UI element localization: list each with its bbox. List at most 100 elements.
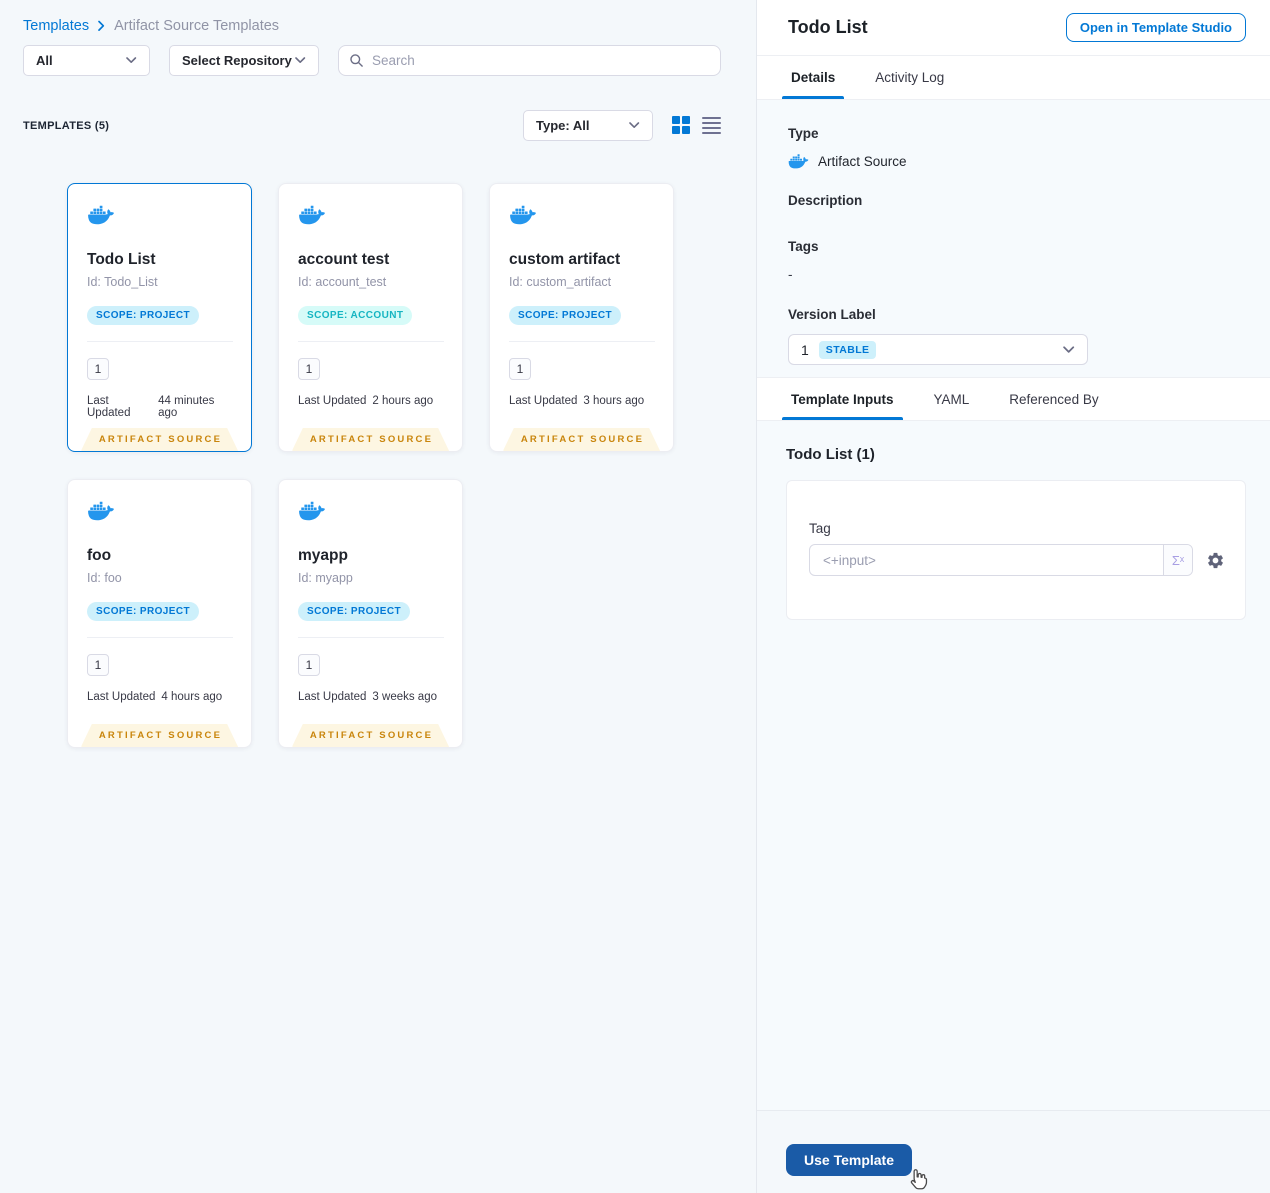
docker-icon — [88, 501, 114, 521]
artifact-source-ribbon: ARTIFACT SOURCE — [292, 724, 449, 747]
tab-activity-log[interactable]: Activity Log — [872, 56, 947, 99]
card-divider — [509, 341, 655, 342]
chevron-down-icon — [295, 57, 306, 64]
details-tabs: Details Activity Log — [757, 56, 1270, 100]
chevron-down-icon — [1063, 345, 1075, 353]
artifact-source-ribbon: ARTIFACT SOURCE — [292, 428, 449, 451]
last-updated-label: Last Updated — [298, 395, 367, 407]
last-updated-value: 2 hours ago — [372, 395, 434, 407]
last-updated-label: Last Updated — [298, 691, 367, 703]
scope-filter-value: All — [36, 53, 53, 68]
description-label: Description — [788, 193, 863, 208]
type-filter-select[interactable]: Type: All — [523, 110, 653, 141]
card-id: Id: custom_artifact — [509, 275, 612, 289]
last-updated-label: Last Updated — [87, 691, 156, 703]
card-divider — [87, 637, 233, 638]
docker-icon — [510, 205, 536, 225]
scope-badge: SCOPE: PROJECT — [298, 602, 410, 621]
search-icon — [350, 54, 363, 67]
type-label: Type — [788, 126, 819, 141]
card-title: Todo List — [87, 251, 156, 268]
template-card-custom-artifact[interactable]: custom artifact Id: custom_artifact SCOP… — [489, 183, 674, 452]
version-count-box: 1 — [509, 358, 531, 380]
breadcrumb: Templates Artifact Source Templates — [23, 18, 721, 34]
breadcrumb-current: Artifact Source Templates — [114, 18, 280, 34]
card-title: myapp — [298, 547, 348, 564]
templates-list-panel: Templates Artifact Source Templates All … — [0, 0, 756, 1193]
docker-icon — [299, 501, 325, 521]
scope-badge: SCOPE: ACCOUNT — [298, 306, 413, 325]
card-id: Id: foo — [87, 571, 122, 585]
tags-value: - — [788, 267, 793, 282]
breadcrumb-templates-link[interactable]: Templates — [23, 18, 89, 34]
template-card-account-test[interactable]: account test Id: account_test SCOPE: ACC… — [278, 183, 463, 452]
card-divider — [298, 637, 444, 638]
search-input[interactable] — [372, 53, 710, 68]
list-view-icon[interactable] — [702, 116, 721, 136]
scope-filter-select[interactable]: All — [23, 45, 150, 76]
card-divider — [298, 341, 444, 342]
template-card-foo[interactable]: foo Id: foo SCOPE: PROJECT 1 Last Update… — [67, 479, 252, 748]
template-cards-grid: Todo List Id: Todo_List SCOPE: PROJECT 1… — [67, 183, 721, 748]
type-value: Artifact Source — [818, 153, 907, 169]
artifact-source-ribbon: ARTIFACT SOURCE — [81, 428, 238, 451]
tab-yaml[interactable]: YAML — [931, 378, 973, 420]
card-title: foo — [87, 547, 112, 564]
type-filter-value: Type: All — [536, 118, 590, 133]
tag-input-wrapper: Σˣ — [809, 544, 1193, 576]
artifact-source-ribbon: ARTIFACT SOURCE — [503, 428, 660, 451]
scope-badge: SCOPE: PROJECT — [87, 602, 199, 621]
filters-row: All Select Repository — [23, 45, 721, 76]
tag-input[interactable] — [810, 545, 1163, 575]
card-id: Id: myapp — [298, 571, 353, 585]
panel-header: Todo List Open in Template Studio — [757, 0, 1270, 56]
card-id: Id: account_test — [298, 275, 387, 289]
docker-icon — [788, 154, 809, 169]
app-window: Templates Artifact Source Templates All … — [0, 0, 1270, 1193]
chevron-down-icon — [126, 57, 137, 64]
last-updated-value: 4 hours ago — [161, 691, 223, 703]
scope-badge: SCOPE: PROJECT — [87, 306, 199, 325]
docker-icon — [88, 205, 114, 225]
tab-template-inputs[interactable]: Template Inputs — [782, 378, 903, 420]
template-card-todo-list[interactable]: Todo List Id: Todo_List SCOPE: PROJECT 1… — [67, 183, 252, 452]
tag-label: Tag — [809, 521, 831, 536]
card-title: custom artifact — [509, 251, 621, 268]
card-divider — [87, 341, 233, 342]
panel-footer: Use Template — [757, 1110, 1270, 1193]
inputs-tabs: Template Inputs YAML Referenced By — [757, 377, 1270, 421]
last-updated-label: Last Updated — [87, 395, 131, 419]
last-updated-value: 44 minutes ago — [158, 395, 215, 419]
expression-sigma-icon[interactable]: Σˣ — [1163, 545, 1192, 575]
repository-filter-value: Select Repository — [182, 53, 292, 68]
templates-count-label: TEMPLATES (5) — [23, 119, 110, 132]
search-box[interactable] — [338, 45, 721, 76]
chevron-down-icon — [629, 122, 640, 128]
repository-filter-select[interactable]: Select Repository — [169, 45, 319, 76]
last-updated-value: 3 hours ago — [583, 395, 645, 407]
version-count-box: 1 — [298, 654, 320, 676]
template-card-myapp[interactable]: myapp Id: myapp SCOPE: PROJECT 1 Last Up… — [278, 479, 463, 748]
version-count-box: 1 — [87, 358, 109, 380]
grid-view-icon[interactable] — [672, 116, 690, 135]
last-updated-label: Last Updated — [509, 395, 578, 407]
use-template-button[interactable]: Use Template — [786, 1144, 912, 1176]
card-title: account test — [298, 251, 390, 268]
inputs-section-title: Todo List (1) — [786, 446, 875, 463]
tab-details[interactable]: Details — [781, 56, 845, 99]
version-count-box: 1 — [298, 358, 320, 380]
docker-icon — [299, 205, 325, 225]
inputs-card: Tag Σˣ — [786, 480, 1246, 620]
template-details-panel: Todo List Open in Template Studio Detail… — [756, 0, 1270, 1193]
panel-title: Todo List — [788, 17, 868, 37]
version-label-select[interactable]: 1 STABLE — [788, 334, 1088, 365]
details-section: Type Artifact Source Description Tags - … — [757, 100, 1270, 377]
artifact-source-ribbon: ARTIFACT SOURCE — [81, 724, 238, 747]
gear-icon[interactable] — [1206, 551, 1225, 570]
open-in-template-studio-button[interactable]: Open in Template Studio — [1065, 13, 1246, 42]
tab-referenced-by[interactable]: Referenced By — [1006, 378, 1101, 420]
tags-label: Tags — [788, 239, 819, 254]
version-value: 1 — [801, 341, 809, 358]
template-inputs-section: Todo List (1) Tag Σˣ — [757, 421, 1270, 1110]
scope-badge: SCOPE: PROJECT — [509, 306, 621, 325]
